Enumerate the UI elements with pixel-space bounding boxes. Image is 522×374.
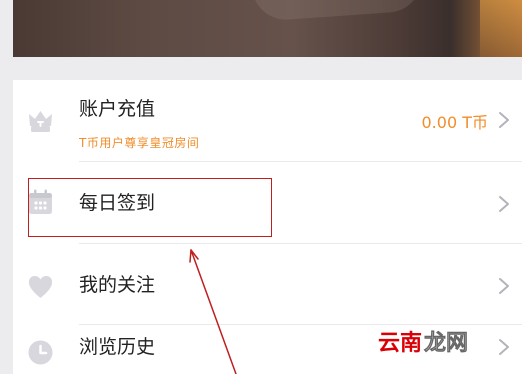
calendar-icon [25,187,56,218]
watermark: 云南 龙网 [378,331,486,357]
profile-banner [13,0,522,57]
my-follows-label: 我的关注 [79,274,156,296]
chevron-right-icon [497,194,511,214]
account-balance-value: 0.00 T币 [421,113,489,132]
watermark-text-white: 龙网 [424,331,469,356]
clock-icon [25,337,56,368]
chevron-right-icon [497,276,511,296]
menu-item-account-recharge[interactable]: 账户充值 T币用户尊享皇冠房间 0.00 T币 [13,80,522,160]
chevron-right-icon [497,337,511,357]
browsing-history-label: 浏览历史 [79,336,156,358]
menu-item-my-follows[interactable]: 我的关注 [13,244,522,325]
daily-check-in-label: 每日签到 [79,192,156,214]
account-recharge-label: 账户充值 [79,98,156,120]
chevron-right-icon [497,110,511,130]
menu-item-daily-check-in[interactable]: 每日签到 [13,162,522,244]
heart-icon [25,271,56,302]
account-recharge-subtitle: T币用户尊享皇冠房间 [79,136,200,150]
crown-icon [25,106,56,137]
menu-list: 账户充值 T币用户尊享皇冠房间 0.00 T币 每日签到 我的关注 浏览历史 [13,80,522,374]
watermark-text-red: 云南 [378,331,423,356]
